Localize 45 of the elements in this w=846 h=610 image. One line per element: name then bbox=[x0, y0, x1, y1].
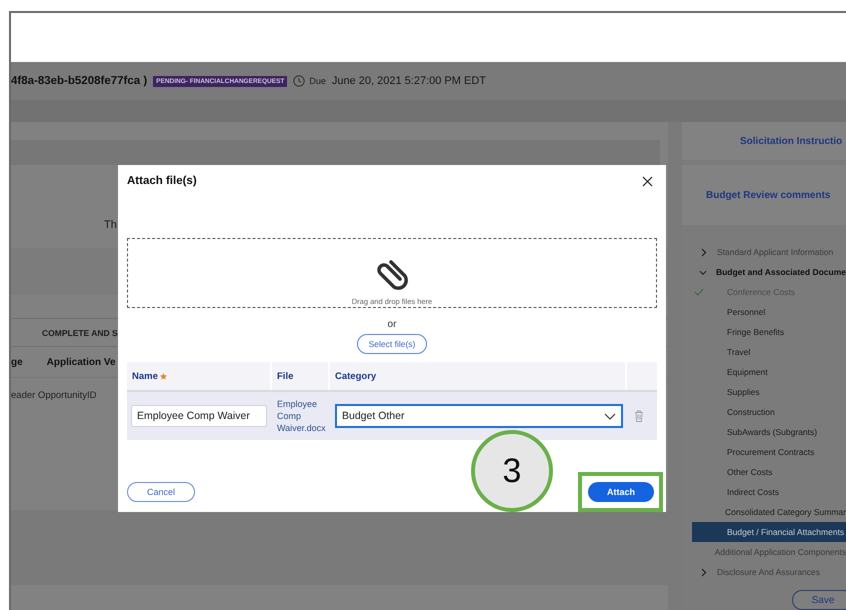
nav-item[interactable]: Budget and Associated Docume bbox=[682, 262, 846, 282]
nav-item[interactable]: Equipment bbox=[682, 362, 846, 382]
column-header: Application Ve bbox=[46, 356, 116, 368]
name-input[interactable]: Employee Comp Waiver bbox=[131, 405, 267, 427]
nav-item[interactable]: Procurement Contracts bbox=[682, 442, 846, 462]
dialog-title: Attach file(s) bbox=[127, 175, 197, 187]
nav-item[interactable]: Construction bbox=[682, 402, 846, 422]
column-label: File bbox=[277, 370, 294, 382]
nav-item[interactable]: Other Costs bbox=[682, 462, 846, 482]
save-button[interactable]: Save bbox=[792, 590, 846, 610]
nav-item[interactable]: Budget / Financial Attachments bbox=[692, 522, 846, 542]
nav-item[interactable]: Indirect Costs bbox=[682, 482, 846, 502]
due-label: Due bbox=[309, 76, 326, 86]
caret-icon bbox=[604, 412, 616, 420]
nav-item[interactable]: Standard Applicant Information bbox=[682, 242, 846, 262]
tab[interactable]: COMPLETE AND S bbox=[42, 328, 118, 338]
cancel-button[interactable]: Cancel bbox=[127, 482, 195, 502]
table-cell: eader OpportunityID bbox=[11, 390, 97, 401]
column-label: Category bbox=[335, 370, 376, 382]
nav-item[interactable]: Supplies bbox=[682, 382, 846, 402]
check-icon bbox=[694, 288, 704, 296]
file-name: Employee Comp Waiver.docx bbox=[277, 398, 327, 434]
category-select[interactable]: Budget Other bbox=[335, 404, 623, 428]
card-link[interactable]: Budget Review comments bbox=[706, 190, 830, 200]
column-header: ge bbox=[11, 356, 23, 368]
nav-item[interactable]: Additional Application Components bbox=[682, 542, 846, 562]
required-star-icon bbox=[160, 372, 167, 380]
clock-icon bbox=[293, 75, 306, 87]
column-label: Name bbox=[132, 370, 158, 382]
nav-item[interactable]: Fringe Benefits bbox=[682, 322, 846, 342]
nav-item[interactable]: Consolidated Category Summar bbox=[682, 502, 846, 522]
nav-item[interactable]: SubAwards (Subgrants) bbox=[682, 422, 846, 442]
select-files-button[interactable]: Select file(s) bbox=[357, 334, 427, 354]
card-link[interactable]: Solicitation Instructio bbox=[740, 136, 842, 146]
due-date: June 20, 2021 5:27:00 PM EDT bbox=[332, 75, 486, 87]
nav-item[interactable]: Personnel bbox=[682, 302, 846, 322]
nav-item[interactable]: Disclosure And Assurances bbox=[682, 562, 846, 582]
or-text: or bbox=[386, 319, 398, 330]
panel-text: Th bbox=[104, 219, 117, 231]
close-icon[interactable] bbox=[642, 176, 653, 186]
chevron-right-icon bbox=[699, 568, 708, 576]
chevron-right-icon bbox=[699, 248, 708, 256]
request-id: 4f8a-83eb-b5208fe77fca ) bbox=[11, 75, 148, 87]
attach-button[interactable]: Attach bbox=[588, 482, 654, 502]
nav-item[interactable]: Travel bbox=[682, 342, 846, 362]
